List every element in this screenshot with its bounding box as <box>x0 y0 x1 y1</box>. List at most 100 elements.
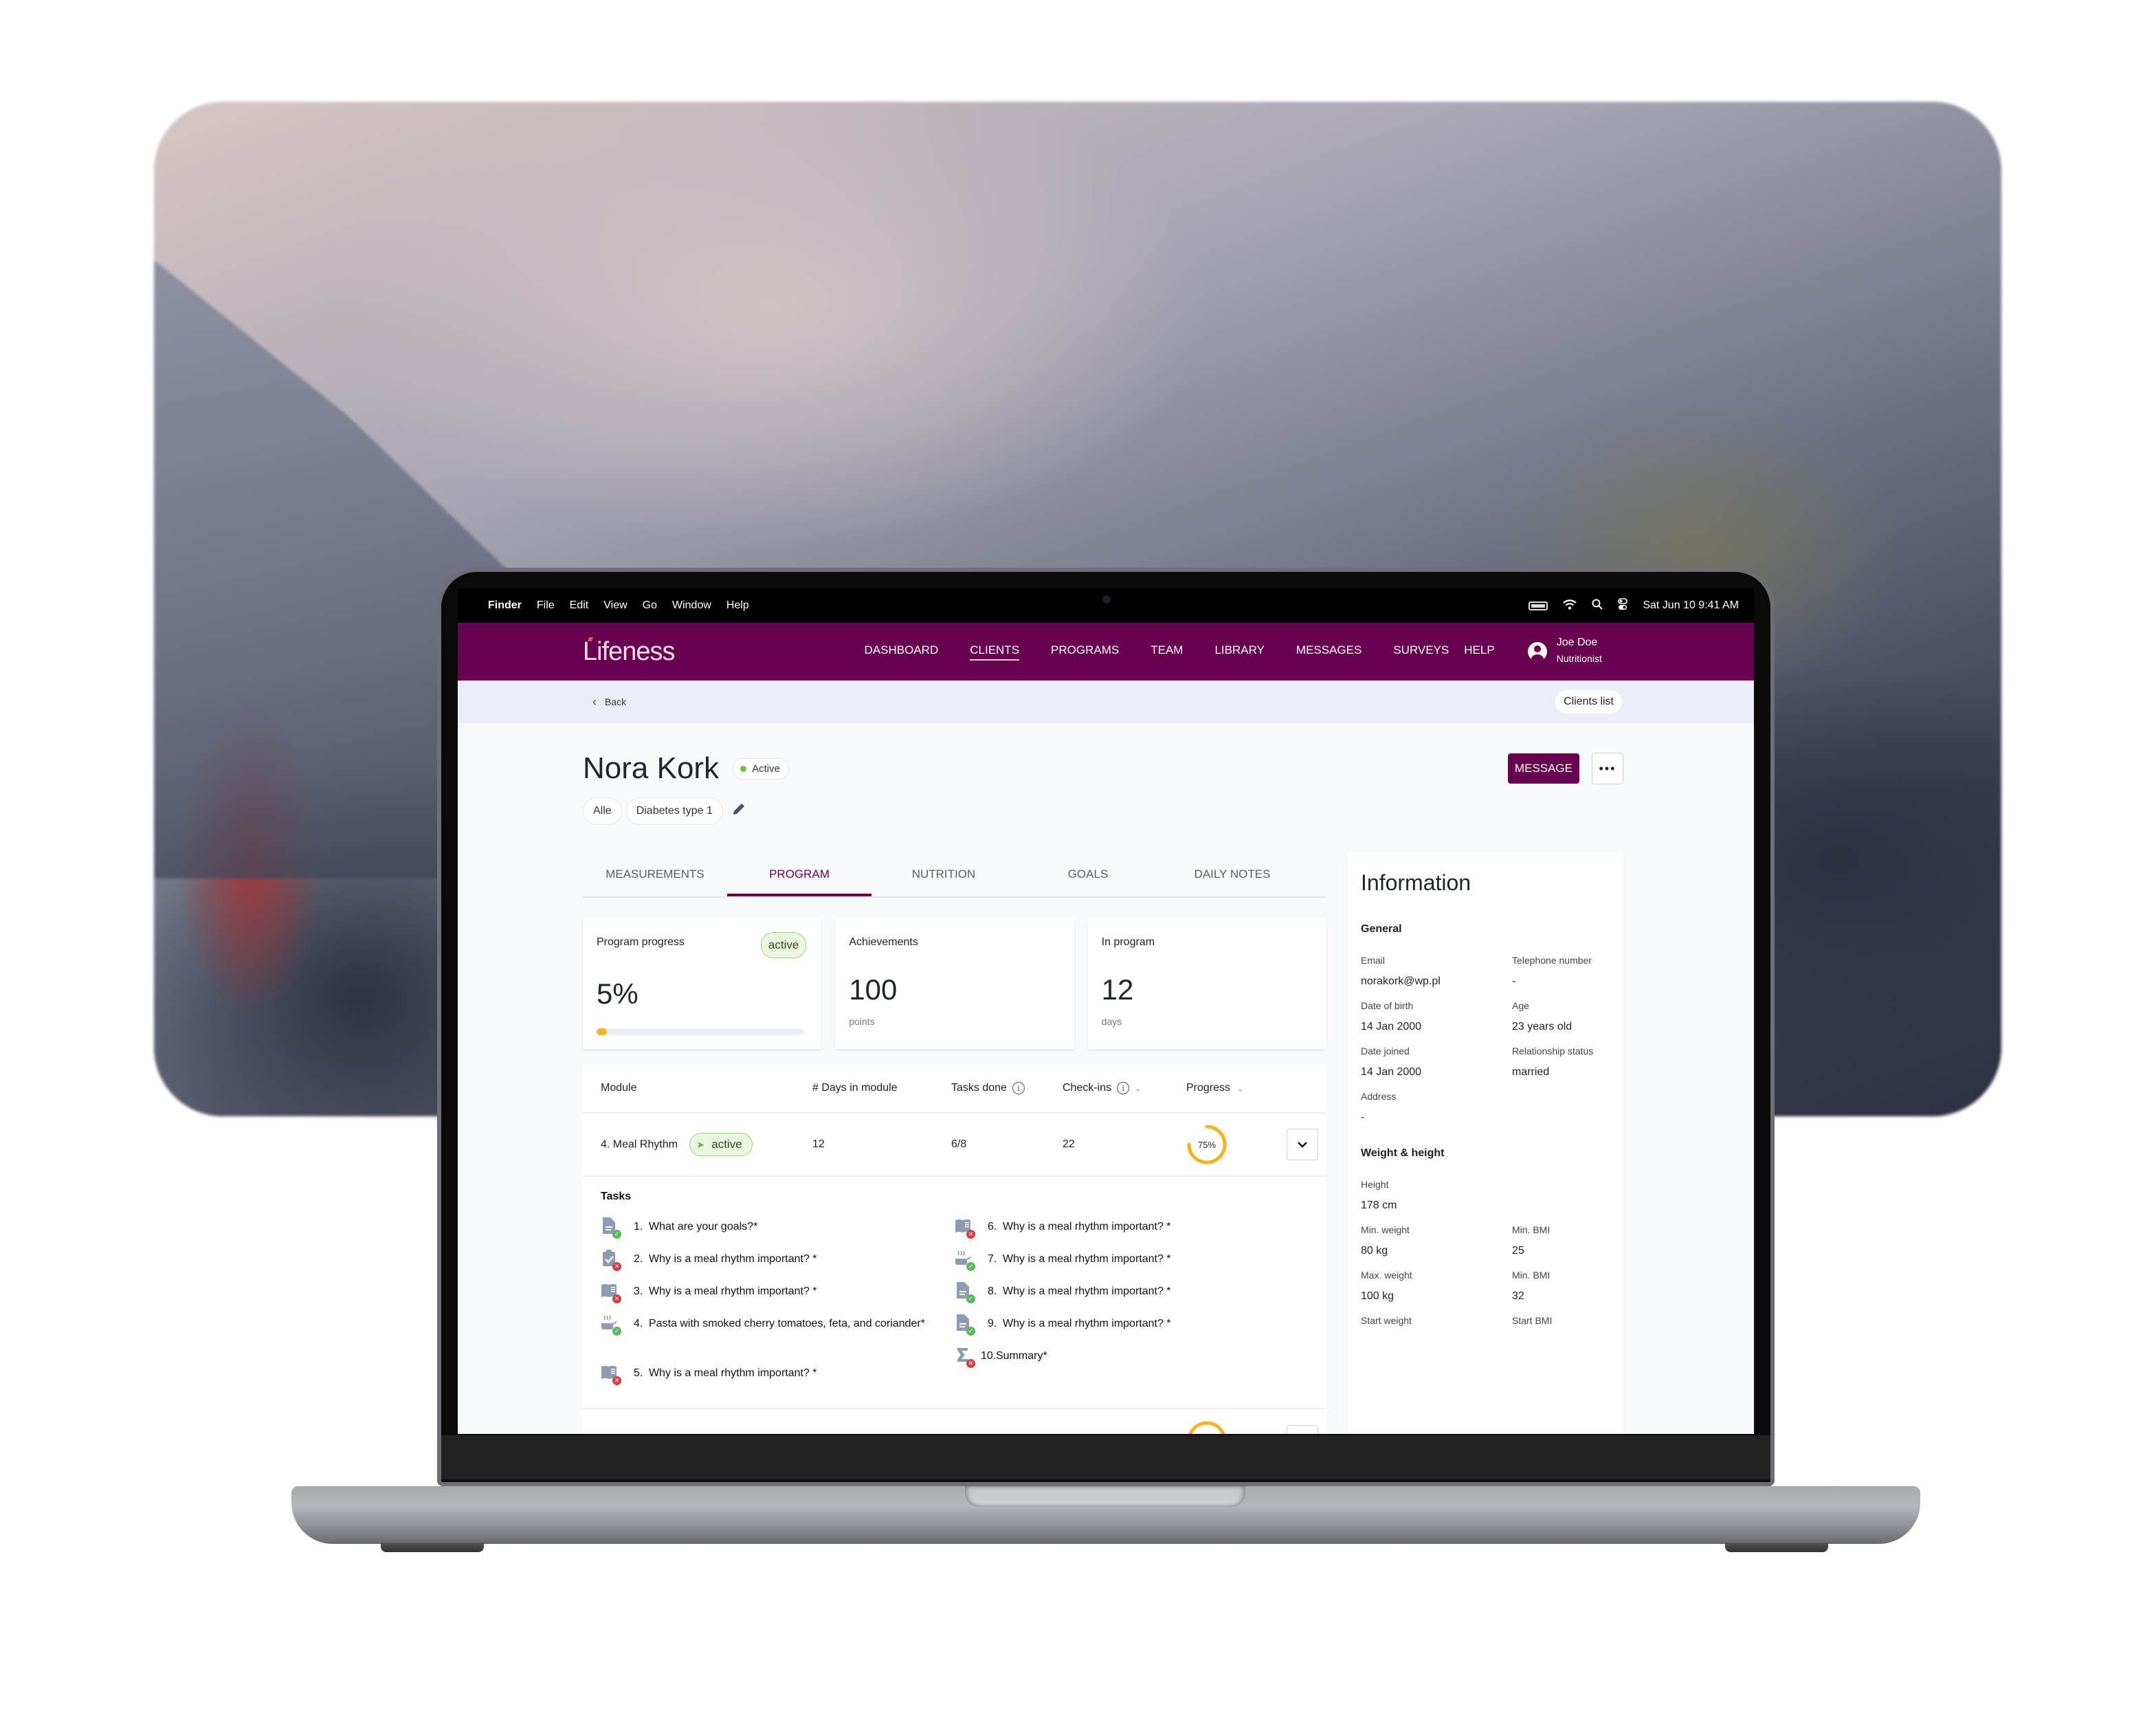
info-date-of-birth: Date of birth 14 Jan 2000 <box>1361 1000 1512 1033</box>
task-item[interactable]: ✕ 10. Summary* <box>955 1347 1309 1380</box>
info-label: Start weight <box>1361 1315 1412 1326</box>
in-program-card: In program 12 days <box>1087 918 1326 1049</box>
task-number: 9. <box>988 1318 997 1329</box>
module-tasks: 6/8 <box>951 1138 967 1150</box>
task-item[interactable]: ✕ 6. Why is a meal rhythm important? * <box>955 1218 1309 1250</box>
task-item[interactable]: ✕ 5. Why is a meal rhythm important? * <box>601 1364 955 1397</box>
main-nav: DASHBOARD CLIENTS PROGRAMS TEAM LIBRARY … <box>865 643 1528 661</box>
info-min-bmi: Min. BMI 25 <box>1512 1224 1636 1257</box>
nav-library[interactable]: LIBRARY <box>1214 643 1264 661</box>
info-label: Max. weight <box>1361 1270 1412 1281</box>
tab-nutrition[interactable]: NUTRITION <box>871 852 1016 896</box>
sort-chevron-icon[interactable]: ⌄ <box>1135 1084 1141 1093</box>
task-number: 4. <box>634 1318 643 1329</box>
menu-view[interactable]: View <box>603 599 627 612</box>
achievements-card: Achievements 100 points <box>835 918 1074 1049</box>
laptop-screen: Finder File Edit View Go Window Help Sat… <box>458 588 1754 1434</box>
module-progress-label: 75% <box>1197 1139 1216 1150</box>
client-name: Nora Kork <box>583 751 720 785</box>
menubar-status: Sat Jun 10 9:41 AM <box>1529 597 1739 614</box>
program-column: MEASUREMENTS PROGRAM NUTRITION GOALS DAI… <box>583 852 1326 1434</box>
task-item[interactable]: ✕ 2. Why is a meal rhythm important? * <box>601 1250 955 1283</box>
lifeness-logo[interactable]: Lifeness <box>583 637 676 667</box>
task-text: Why is a meal rhythm important? * <box>649 1253 817 1265</box>
task-item[interactable]: ✓ 4. Pasta with smoked cherry tomatoes, fe… <box>601 1315 955 1364</box>
tab-program[interactable]: PROGRAM <box>727 852 871 896</box>
macos-menubar: Finder File Edit View Go Window Help Sat… <box>458 588 1754 623</box>
header-progress[interactable]: Progress ⌄ <box>1186 1082 1258 1094</box>
menu-go[interactable]: Go <box>643 599 657 612</box>
module-checkins: 22 <box>1063 1138 1075 1150</box>
information-title: Information <box>1361 870 1471 895</box>
battery-icon[interactable] <box>1529 601 1548 610</box>
document-icon: ✓ <box>955 1281 975 1303</box>
user-info: Joe Doe Nutritionist <box>1557 636 1602 667</box>
nav-team[interactable]: TEAM <box>1151 643 1183 661</box>
info-max-bmi: Min. BMI 32 <box>1512 1270 1636 1303</box>
nav-programs[interactable]: PROGRAMS <box>1051 643 1119 661</box>
tag-alle[interactable]: Alle <box>583 797 622 825</box>
lifeness-app: Lifeness DASHBOARD CLIENTS PROGRAMS TEAM… <box>458 623 1754 1434</box>
sigma-icon: ✕ <box>955 1346 975 1368</box>
nav-surveys[interactable]: SURVEYS <box>1393 643 1449 661</box>
stat-cards: Program progress active 5% Achievements … <box>583 918 1326 1049</box>
clients-list-button[interactable]: Clients list <box>1555 690 1622 714</box>
message-button[interactable]: MESSAGE <box>1507 753 1579 784</box>
tab-goals[interactable]: GOALS <box>1016 852 1160 896</box>
header-module: Module <box>601 1082 637 1094</box>
expand-module-button[interactable] <box>1287 1425 1318 1434</box>
header-checkins[interactable]: Check-ins i ⌄ <box>1063 1082 1186 1094</box>
task-item[interactable]: ✓ 8. Why is a meal rhythm important? * <box>955 1281 1309 1315</box>
user-menu[interactable]: Joe Doe Nutritionist <box>1527 636 1602 667</box>
more-horizontal-icon: ••• <box>1599 761 1616 775</box>
info-value: 32 <box>1512 1290 1524 1302</box>
task-text: Why is a meal rhythm important? * <box>1003 1253 1171 1265</box>
menu-finder[interactable]: Finder <box>488 599 522 612</box>
module-row[interactable]: 4. Meal Rhythm ➤ active 12 6/8 22 75% <box>583 1114 1326 1177</box>
expand-module-button[interactable] <box>1287 1129 1318 1160</box>
menu-file[interactable]: File <box>537 599 555 612</box>
info-icon[interactable]: i <box>1012 1082 1025 1094</box>
laptop-notch <box>965 1486 1245 1507</box>
control-center-icon[interactable] <box>1618 597 1628 614</box>
program-active-badge: active <box>760 932 807 958</box>
task-number: 6. <box>988 1221 997 1233</box>
spotlight-search-icon[interactable] <box>1592 599 1603 613</box>
sub-toolbar: ‹ Back Clients list <box>458 681 1754 723</box>
task-text: Why is a meal rhythm important? * <box>1003 1221 1171 1233</box>
client-tabs: MEASUREMENTS PROGRAM NUTRITION GOALS DAI… <box>583 852 1326 898</box>
more-options-button[interactable]: ••• <box>1592 753 1623 784</box>
tab-daily-notes[interactable]: DAILY NOTES <box>1160 852 1304 896</box>
tag-diabetes[interactable]: Diabetes type 1 <box>625 797 723 825</box>
sort-chevron-icon[interactable]: ⌄ <box>1237 1084 1243 1093</box>
client-tags: Alle Diabetes type 1 <box>583 797 1623 825</box>
info-email: Email norakork@wp.pl <box>1361 955 1512 988</box>
module-progress-ring: 75% <box>1186 1124 1227 1165</box>
module-row[interactable]: 3. Suplements 14 34 100% <box>583 1409 1326 1434</box>
module-progress-label: 100% <box>1186 1420 1227 1434</box>
nav-messages[interactable]: MESSAGES <box>1296 643 1362 661</box>
nav-dashboard[interactable]: DASHBOARD <box>865 643 939 661</box>
task-item[interactable]: ✓ 9. Why is a meal rhythm important? * <box>955 1314 1309 1347</box>
task-item[interactable]: ✓ 1. What are your goals?* <box>601 1217 955 1250</box>
wifi-icon[interactable] <box>1563 599 1577 613</box>
task-item[interactable]: ✕ 3. Why is a meal rhythm important? * <box>601 1283 955 1315</box>
tab-measurements[interactable]: MEASUREMENTS <box>583 852 727 896</box>
menubar-datetime[interactable]: Sat Jun 10 9:41 AM <box>1643 599 1739 612</box>
user-avatar-icon <box>1527 642 1547 661</box>
info-icon[interactable]: i <box>1117 1082 1130 1094</box>
nav-help[interactable]: HELP <box>1464 643 1494 661</box>
menu-help[interactable]: Help <box>726 599 749 612</box>
nav-clients[interactable]: CLIENTS <box>970 643 1020 661</box>
module-active-badge: ➤ active <box>689 1133 753 1156</box>
task-item[interactable]: ✓ 7. Why is a meal rhythm important? * <box>955 1250 1309 1283</box>
achievements-title: Achievements <box>849 936 918 948</box>
menu-window[interactable]: Window <box>672 599 711 612</box>
task-text: Why is a meal rhythm important? * <box>649 1285 817 1297</box>
module-tasks-panel: Tasks ✓ 1. What are your goals?* ✕ 2. Why is … <box>583 1177 1326 1409</box>
menu-edit[interactable]: Edit <box>570 599 589 612</box>
back-button[interactable]: ‹ Back <box>592 695 626 709</box>
tasks-grid: ✓ 1. What are your goals?* ✕ 2. Why is a meal… <box>601 1217 1309 1397</box>
info-value: - <box>1512 975 1516 987</box>
pencil-edit-icon[interactable] <box>731 802 746 821</box>
